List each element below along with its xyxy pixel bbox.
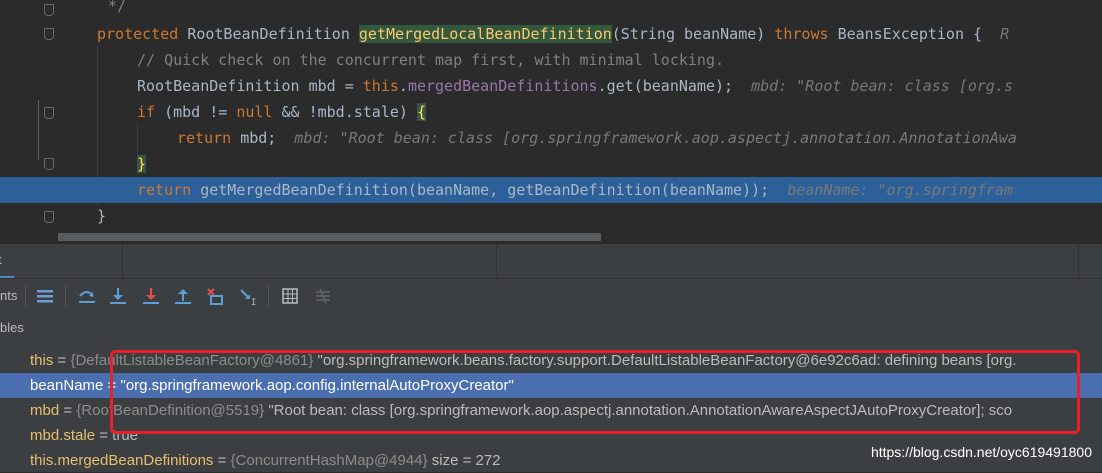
code-line: */ — [0, 0, 1102, 19]
current-execution-line: return getMergedBeanDefinition(beanName,… — [0, 177, 1102, 203]
code-line: return mbd; mbd: "Root bean: class [org.… — [0, 125, 1102, 151]
watermark: https://blog.csdn.net/oyc619491800 — [870, 444, 1092, 460]
field-icon — [7, 352, 25, 370]
exception-type: BeansException { — [837, 25, 983, 43]
keyword: if — [137, 103, 156, 121]
brace: } — [137, 155, 147, 173]
step-over-icon[interactable] — [77, 286, 97, 306]
inline-value: R — [1000, 25, 1010, 43]
divider — [496, 244, 497, 278]
keyword: protected — [97, 25, 179, 43]
variable-name: this.mergedBeanDefinitions — [30, 452, 214, 469]
divider — [65, 286, 66, 306]
tab-label[interactable]: t — [0, 252, 2, 267]
code-line: // Quick check on the concurrent map fir… — [0, 47, 1102, 73]
horizontal-scrollbar[interactable] — [58, 233, 601, 241]
divider — [25, 286, 26, 306]
call: .get(beanName); — [597, 77, 734, 95]
keyword: null — [236, 103, 273, 121]
inline-value: beanName: "org.springfram — [787, 181, 1013, 199]
step-out-icon[interactable] — [173, 286, 193, 306]
variable-value: size = 272 — [427, 452, 501, 469]
variable-name: this — [30, 352, 54, 369]
code-line: RootBeanDefinition mbd = this.mergedBean… — [0, 73, 1102, 99]
condition: && !mbd.stale) — [272, 103, 417, 121]
code-editor[interactable]: */ protected RootBeanDefinition getMerge… — [0, 0, 1102, 244]
svg-text:I: I — [251, 298, 256, 306]
divider — [122, 244, 123, 278]
watch-icon — [7, 427, 25, 445]
drop-frame-icon[interactable] — [205, 286, 225, 306]
field-name: mergedBeanDefinitions — [407, 77, 598, 95]
parameter-icon: p — [7, 377, 25, 395]
variables-header: bles — [0, 320, 24, 335]
variable-name: mbd — [30, 402, 60, 419]
field-icon — [7, 402, 25, 420]
comment-text: */ — [108, 0, 127, 15]
active-tab-indicator — [0, 276, 14, 278]
divider — [268, 286, 269, 306]
trace-icon[interactable] — [313, 286, 333, 306]
menu-icon[interactable] — [35, 286, 55, 306]
brace: } — [97, 207, 107, 225]
condition: (mbd != — [155, 103, 237, 121]
call: getMergedBeanDefinition(beanName, getBea… — [191, 181, 770, 199]
variable-name: beanName — [30, 377, 104, 394]
code-line: if (mbd != null && !mbd.stale) { — [0, 99, 1102, 125]
code-line: protected RootBeanDefinition getMergedLo… — [0, 21, 1102, 47]
brace: { — [416, 103, 426, 121]
step-into-icon[interactable] — [108, 286, 128, 306]
equals: = — [53, 352, 71, 369]
toolbar-label: nts — [0, 288, 18, 303]
code-line: } — [0, 203, 1102, 229]
inline-value: mbd: "Root bean: class [org.s — [751, 77, 1014, 95]
keyword: return — [177, 129, 232, 147]
keyword: return — [137, 181, 192, 199]
keyword: this — [362, 77, 399, 95]
debug-tab-bar: t — [0, 244, 1102, 279]
inline-value: mbd: "Root bean: class [org.springframew… — [294, 129, 1017, 147]
watch-icon — [7, 452, 25, 470]
type-name: RootBeanDefinition — [187, 25, 350, 43]
force-step-into-icon[interactable] — [141, 286, 161, 306]
method-name[interactable]: getMergedLocalBeanDefinition — [358, 25, 612, 43]
code-line: } — [0, 151, 1102, 177]
divider — [1078, 244, 1079, 278]
keyword: throws — [774, 25, 829, 43]
debug-toolbar: nts I — [0, 280, 1102, 312]
params: (String beanName) — [611, 25, 766, 43]
declaration: RootBeanDefinition mbd = — [137, 77, 363, 95]
comment-text: // Quick check on the concurrent map fir… — [137, 51, 724, 69]
highlight-annotation-box — [110, 350, 1080, 434]
evaluate-icon[interactable] — [280, 286, 300, 306]
variable-type: {ConcurrentHashMap@4944} — [230, 452, 428, 469]
equals: = — [213, 452, 231, 469]
equals: = — [59, 402, 77, 419]
run-to-cursor-icon[interactable]: I — [238, 286, 258, 308]
variable-name: mbd.stale — [30, 427, 96, 444]
dot: . — [398, 77, 408, 95]
return-value: mbd; — [231, 129, 277, 147]
